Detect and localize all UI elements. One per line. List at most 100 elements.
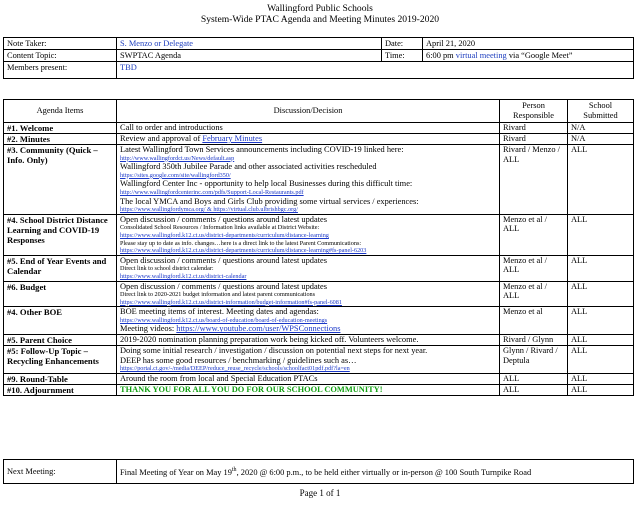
next-meeting-table: Next Meeting: Final Meeting of Year on M… (3, 459, 634, 484)
discussion-cell: THANK YOU FOR ALL YOU DO FOR OUR SCHOOL … (116, 383, 500, 396)
person-responsible: ALL (499, 383, 568, 396)
discussion-cell: Doing some initial research / investigat… (116, 345, 500, 374)
inline-link[interactable]: https://www.youtube.com/user/WPSConnecti… (176, 324, 340, 333)
agenda-row: #4. Other BOE BOE meeting items of intere… (3, 306, 634, 336)
agenda-item: #5. Parent Choice (3, 334, 117, 347)
agenda-row: #2. Minutes Review and approval of Februa… (3, 133, 634, 145)
agenda-item: #9. Round-Table (3, 372, 117, 385)
document-title: System-Wide PTAC Agenda and Meeting Minu… (200, 14, 440, 25)
agenda-item: #5: Follow-Up Topic – Recycling Enhancem… (3, 345, 117, 374)
agenda-row: #5. End of Year Events and Calendar Open … (3, 254, 634, 282)
school-submitted: ALL (567, 345, 634, 374)
agenda-table: Agenda Items Discussion/Decision Person … (3, 99, 634, 396)
date-value: April 21, 2020 (422, 37, 634, 50)
date-label: Date: (381, 37, 423, 50)
time-value: 6:00 pm virtual meeting via “Google Meet… (422, 49, 634, 62)
discussion-cell: Call to order and introductions (116, 122, 500, 134)
next-meeting-date: Final Meeting of Year on May 19 (120, 467, 232, 477)
school-submitted: ALL (567, 383, 634, 396)
discussion-text: Open discussion / comments / questions a… (120, 255, 328, 265)
person-responsible: Menzo et al (499, 306, 568, 336)
school-submitted: N/A (567, 122, 634, 134)
agenda-row: #5. Parent Choice 2019-2020 nomination pl… (3, 334, 634, 347)
school-submitted: ALL (567, 334, 634, 347)
person-responsible: Glynn / Rivard / Deptula (499, 345, 568, 374)
person-responsible: Menzo et al / ALL (499, 280, 568, 308)
discussion-text: Wallingford 350th Jubilee Parade and oth… (120, 162, 377, 172)
agenda-item: #2. Minutes (3, 133, 117, 145)
person-responsible: Menzo et al / ALL (499, 213, 568, 256)
resource-link[interactable]: https://www.wallingford.k12.ct.us/distri… (120, 232, 496, 240)
members-present-label: Members present: (3, 61, 117, 79)
person-responsible: Rivard / Menzo / ALL (499, 144, 568, 215)
resource-link[interactable]: https://www.wallingfordymca.org/ & https… (120, 206, 496, 214)
agenda-row: #5: Follow-Up Topic – Recycling Enhancem… (3, 345, 634, 374)
discussion-text: Wallingford Center Inc - opportunity to … (120, 179, 413, 189)
resource-link[interactable]: https://portal.ct.gov/-/media/DEEP/reduc… (120, 365, 496, 373)
discussion-text: Review and approval of (120, 134, 203, 143)
discussion-note: Direct link to 2020-2021 budget informat… (120, 291, 316, 299)
discussion-cell: Open discussion / comments / questions a… (116, 254, 500, 282)
agenda-item: #4. School District Distance Learning an… (3, 213, 117, 256)
note-taker-value: S. Menzo or Delegate (116, 37, 382, 50)
school-submitted: ALL (567, 372, 634, 385)
agenda-item: #5. End of Year Events and Calendar (3, 254, 117, 282)
discussion-note: Please stay up to date as info. changes…… (120, 239, 362, 247)
resource-link[interactable]: https://www.wallingford.k12.ct.us/board-… (120, 317, 496, 325)
discussion-cell: Open discussion / comments / questions a… (116, 280, 500, 308)
virtual-meeting-link[interactable]: virtual meeting (456, 51, 507, 60)
document-header: Wallingford Public Schools System-Wide P… (0, 3, 640, 25)
content-topic-value: SWPTAC Agenda (116, 49, 382, 62)
person-responsible: Rivard / Glynn (499, 334, 568, 347)
agenda-row: #1. Welcome Call to order and introductio… (3, 122, 634, 134)
time-text: 6:00 pm (426, 51, 456, 60)
discussion-text: 2019-2020 nomination planning preparatio… (120, 335, 419, 345)
resource-link[interactable]: https://www.wallingford.k12.ct.us/distri… (120, 273, 496, 281)
next-meeting-label: Next Meeting: (3, 459, 117, 484)
agenda-header-row: Agenda Items Discussion/Decision Person … (3, 99, 634, 123)
person-responsible: Rivard (499, 133, 568, 145)
resource-link[interactable]: https://sites.google.com/site/wallingfor… (120, 172, 496, 180)
time-label: Time: (381, 49, 423, 62)
discussion-text: Open discussion / comments / questions a… (120, 281, 328, 291)
discussion-text: Latest Wallingford Town Services announc… (120, 145, 404, 154)
inline-link[interactable]: February Minutes (202, 134, 262, 143)
discussion-text: DEEP has some good resources / benchmark… (120, 355, 357, 365)
school-submitted: ALL (567, 280, 634, 308)
next-meeting-location: , 2020 @ 6:00 p.m., to be held either vi… (236, 467, 532, 477)
agenda-row: #10. Adjournment THANK YOU FOR ALL YOU DO… (3, 383, 634, 396)
agenda-item: #6. Budget (3, 280, 117, 308)
resource-link[interactable]: http://www.wallingfordct.us/News/default… (120, 155, 496, 163)
discussion-line: Review and approval of February Minutes (120, 134, 496, 144)
discussion-cell: Open discussion / comments / questions a… (116, 213, 500, 256)
discussion-cell: Around the room from local and Special E… (116, 372, 500, 385)
agenda-item: #10. Adjournment (3, 383, 117, 396)
discussion-text: Call to order and introductions (120, 123, 223, 132)
agenda-item: #3. Community (Quick – Info. Only) (3, 144, 117, 215)
school-submitted: ALL (567, 254, 634, 282)
discussion-cell: Review and approval of February Minutes (116, 133, 500, 145)
school-submitted: N/A (567, 133, 634, 145)
column-header: School Submitted (567, 99, 634, 123)
person-responsible: Rivard (499, 122, 568, 134)
discussion-text: Meeting videos: (120, 324, 177, 334)
discussion-line: Meeting videos: https://www.youtube.com/… (120, 324, 496, 334)
resource-link[interactable]: https://www.wallingford.k12.ct.us/distri… (120, 299, 496, 307)
agenda-item: #4. Other BOE (3, 306, 117, 336)
column-header: Person Responsible (499, 99, 568, 123)
agenda-row: #9. Round-Table Around the room from loca… (3, 372, 634, 385)
resource-link[interactable]: https://www.wallingford.k12.ct.us/distri… (120, 247, 496, 255)
column-header: Discussion/Decision (116, 99, 500, 123)
discussion-text: Doing some initial research / investigat… (120, 346, 428, 356)
next-meeting-text: Final Meeting of Year on May 19th, 2020 … (116, 459, 634, 484)
person-responsible: Menzo et al / ALL (499, 254, 568, 282)
note-taker-label: Note Taker: (3, 37, 117, 50)
discussion-cell: 2019-2020 nomination planning preparatio… (116, 334, 500, 347)
discussion-text: The local YMCA and Boys and Girls Club p… (120, 196, 419, 206)
school-submitted: ALL (567, 213, 634, 256)
agenda-row: #4. School District Distance Learning an… (3, 213, 634, 256)
resource-link[interactable]: http://www.wallingfordcenterinc.com/pdfs… (120, 189, 496, 197)
discussion-text: Open discussion / comments / questions a… (120, 214, 328, 224)
thank-you-message: THANK YOU FOR ALL YOU DO FOR OUR SCHOOL … (120, 384, 383, 394)
discussion-cell: Latest Wallingford Town Services announc… (116, 144, 500, 215)
